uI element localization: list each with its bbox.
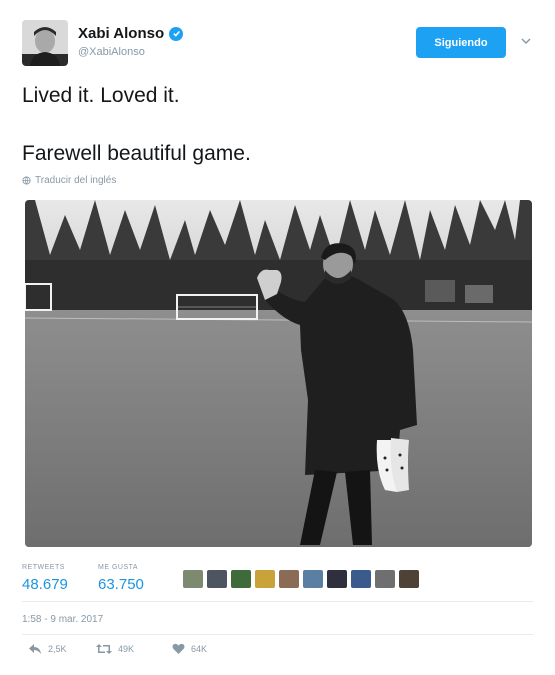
retweets-count[interactable]: 48.679 bbox=[22, 576, 68, 593]
user-handle[interactable]: @XabiAlonso bbox=[78, 46, 145, 58]
liker-avatar[interactable] bbox=[375, 570, 395, 588]
retweet-button[interactable]: 49K bbox=[96, 643, 134, 655]
heart-icon bbox=[172, 643, 185, 654]
user-name[interactable]: Xabi Alonso bbox=[78, 25, 164, 42]
liker-avatar[interactable] bbox=[327, 570, 347, 588]
liker-avatar[interactable] bbox=[207, 570, 227, 588]
liker-avatar[interactable] bbox=[303, 570, 323, 588]
reply-button[interactable]: 2,5K bbox=[28, 643, 67, 655]
tweet-timestamp[interactable]: 1:58 - 9 mar. 2017 bbox=[22, 614, 103, 625]
liker-avatar[interactable] bbox=[279, 570, 299, 588]
tweet-photo[interactable] bbox=[25, 200, 532, 547]
like-count: 64K bbox=[191, 644, 208, 654]
liker-avatar[interactable] bbox=[255, 570, 275, 588]
reply-count: 2,5K bbox=[48, 644, 67, 654]
retweets-label: RETWEETS bbox=[22, 564, 65, 571]
likers-avatars bbox=[183, 570, 419, 588]
verified-badge-icon bbox=[169, 26, 184, 41]
liker-avatar[interactable] bbox=[351, 570, 371, 588]
chevron-down-icon[interactable] bbox=[519, 34, 533, 48]
user-name-row[interactable]: Xabi Alonso bbox=[78, 25, 184, 42]
photo-image bbox=[25, 200, 532, 547]
divider bbox=[22, 601, 533, 602]
liker-avatar[interactable] bbox=[183, 570, 203, 588]
avatar[interactable] bbox=[22, 20, 68, 66]
likes-count[interactable]: 63.750 bbox=[98, 576, 144, 593]
tweet-text-line1: Lived it. Loved it. bbox=[22, 84, 180, 107]
divider bbox=[22, 634, 533, 635]
translate-label[interactable]: Traducir del inglés bbox=[35, 175, 116, 186]
globe-icon bbox=[22, 176, 31, 185]
translate-link[interactable]: Traducir del inglés bbox=[22, 175, 116, 186]
liker-avatar[interactable] bbox=[399, 570, 419, 588]
liker-avatar[interactable] bbox=[231, 570, 251, 588]
retweet-icon bbox=[96, 644, 112, 654]
retweet-count: 49K bbox=[118, 644, 135, 654]
following-button[interactable]: Siguiendo bbox=[416, 27, 506, 58]
likes-label: ME GUSTA bbox=[98, 564, 139, 571]
like-button[interactable]: 64K bbox=[172, 643, 207, 655]
reply-icon bbox=[29, 644, 41, 654]
avatar-image bbox=[22, 20, 68, 66]
tweet-text-line2: Farewell beautiful game. bbox=[22, 142, 251, 165]
